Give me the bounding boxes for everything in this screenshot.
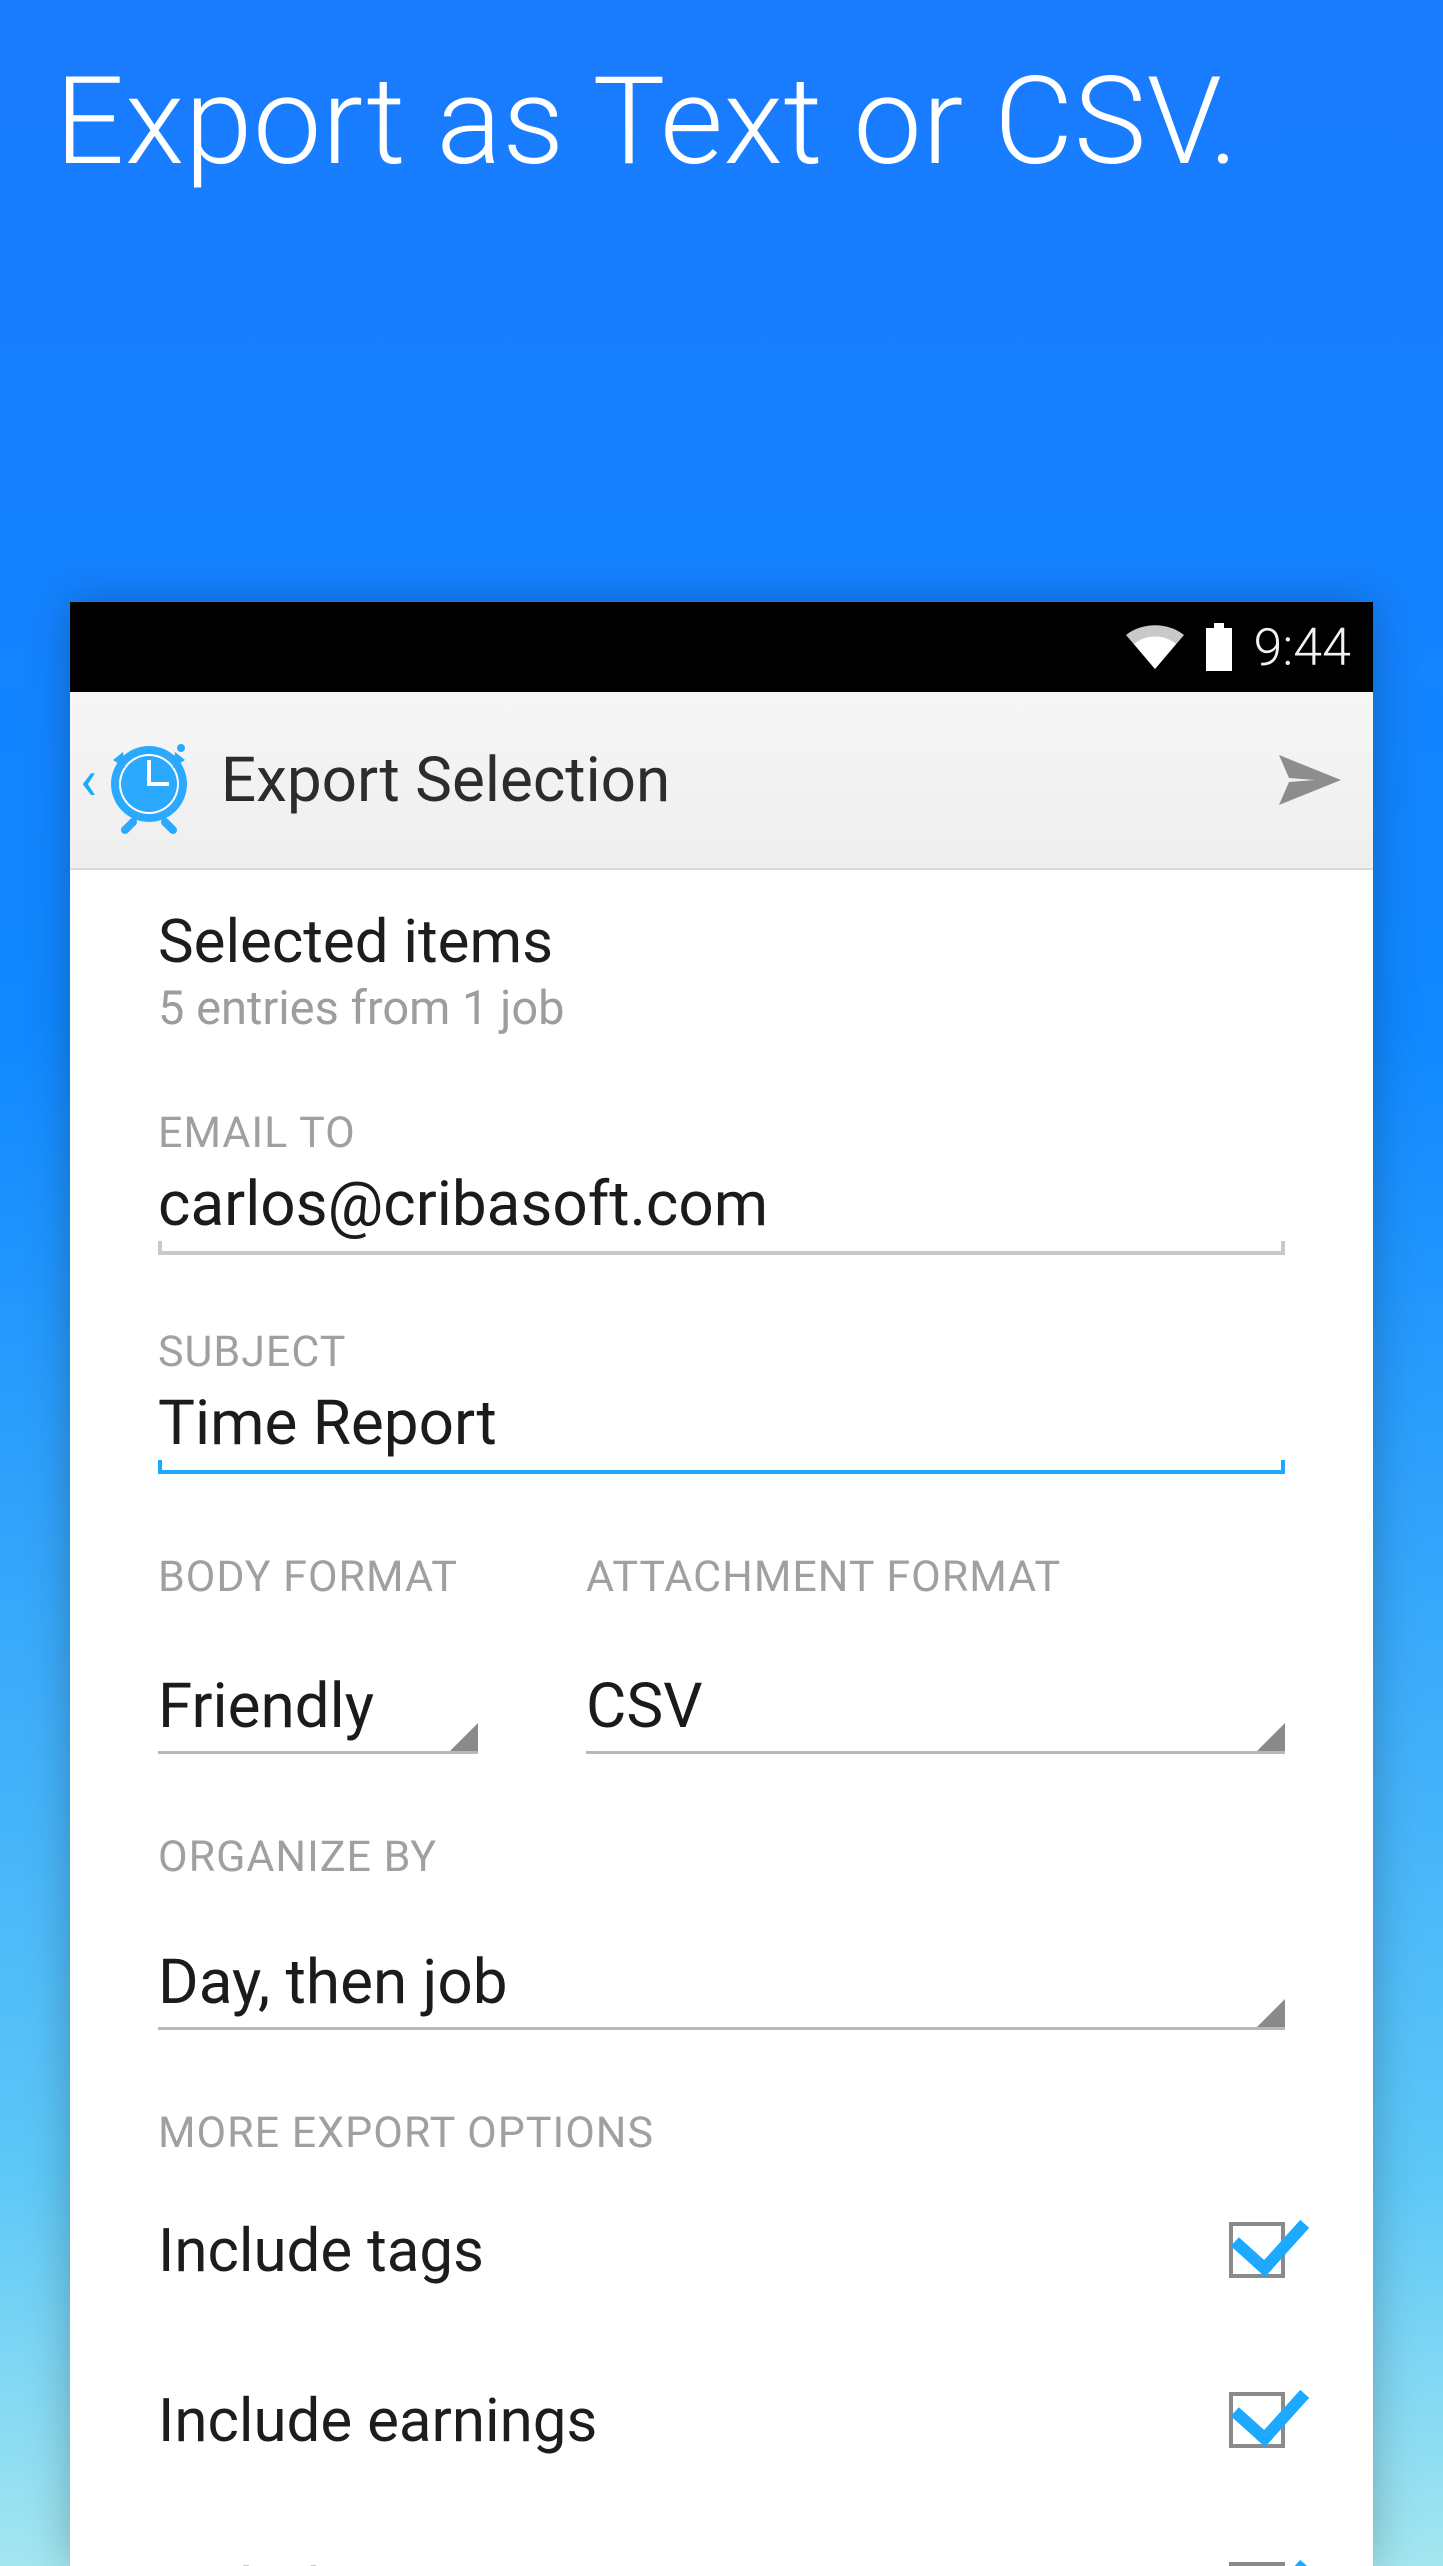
include-comments-row[interactable]: Include comments bbox=[98, 2540, 1345, 2566]
body-format-label: BODY FORMAT bbox=[158, 1552, 478, 1602]
email-to-field: EMAIL TO bbox=[98, 1108, 1345, 1255]
body-format-spinner[interactable]: Friendly bbox=[158, 1602, 478, 1754]
attachment-format-label: ATTACHMENT FORMAT bbox=[586, 1552, 1285, 1602]
status-time: 9:44 bbox=[1254, 617, 1351, 678]
organize-by-spinner[interactable]: Day, then job bbox=[158, 1882, 1285, 2030]
attachment-format-spinner[interactable]: CSV bbox=[586, 1602, 1285, 1754]
include-comments-label: Include comments bbox=[158, 2555, 653, 2566]
selected-items-heading: Selected items bbox=[158, 906, 1285, 977]
dropdown-icon bbox=[1257, 1723, 1285, 1751]
body-format-value: Friendly bbox=[158, 1670, 374, 1743]
subject-input[interactable] bbox=[158, 1381, 1285, 1474]
status-bar: 9:44 bbox=[70, 602, 1373, 692]
more-options-label: MORE EXPORT OPTIONS bbox=[158, 2108, 1285, 2158]
battery-icon bbox=[1204, 623, 1234, 671]
include-earnings-row[interactable]: Include earnings bbox=[98, 2370, 1345, 2470]
email-to-label: EMAIL TO bbox=[158, 1108, 1285, 1158]
selected-items-subtitle: 5 entries from 1 job bbox=[158, 981, 1285, 1036]
organize-by-label: ORGANIZE BY bbox=[158, 1832, 1285, 1882]
organize-by-group: ORGANIZE BY bbox=[98, 1832, 1345, 1882]
promo-title: Export as Text or CSV. bbox=[0, 0, 1443, 189]
dropdown-icon bbox=[1257, 1999, 1285, 2027]
dropdown-icon bbox=[450, 1723, 478, 1751]
attachment-format-value: CSV bbox=[586, 1670, 703, 1743]
include-tags-row[interactable]: Include tags bbox=[98, 2200, 1345, 2300]
include-earnings-label: Include earnings bbox=[158, 2385, 597, 2456]
subject-field: SUBJECT bbox=[98, 1327, 1345, 1474]
more-options-group: MORE EXPORT OPTIONS bbox=[98, 2108, 1345, 2158]
email-to-input[interactable] bbox=[158, 1162, 1285, 1255]
format-row: BODY FORMAT Friendly ATTACHMENT FORMAT C… bbox=[98, 1552, 1345, 1754]
subject-label: SUBJECT bbox=[158, 1327, 1285, 1377]
back-button[interactable]: ‹ bbox=[80, 726, 203, 834]
include-tags-label: Include tags bbox=[158, 2215, 484, 2286]
organize-by-value: Day, then job bbox=[158, 1946, 508, 2019]
action-bar: ‹ Export Selection bbox=[70, 692, 1373, 870]
include-earnings-checkbox[interactable] bbox=[1229, 2392, 1285, 2448]
app-clock-icon bbox=[95, 726, 203, 834]
include-comments-checkbox[interactable] bbox=[1229, 2562, 1285, 2566]
actionbar-title: Export Selection bbox=[221, 744, 670, 817]
device-frame: 9:44 ‹ Export Selection bbox=[70, 602, 1373, 2566]
send-button[interactable] bbox=[1275, 745, 1345, 815]
include-tags-checkbox[interactable] bbox=[1229, 2222, 1285, 2278]
selected-items-section: Selected items 5 entries from 1 job bbox=[98, 906, 1345, 1036]
content-scroll[interactable]: Selected items 5 entries from 1 job EMAI… bbox=[70, 870, 1373, 2566]
wifi-icon bbox=[1126, 625, 1184, 669]
